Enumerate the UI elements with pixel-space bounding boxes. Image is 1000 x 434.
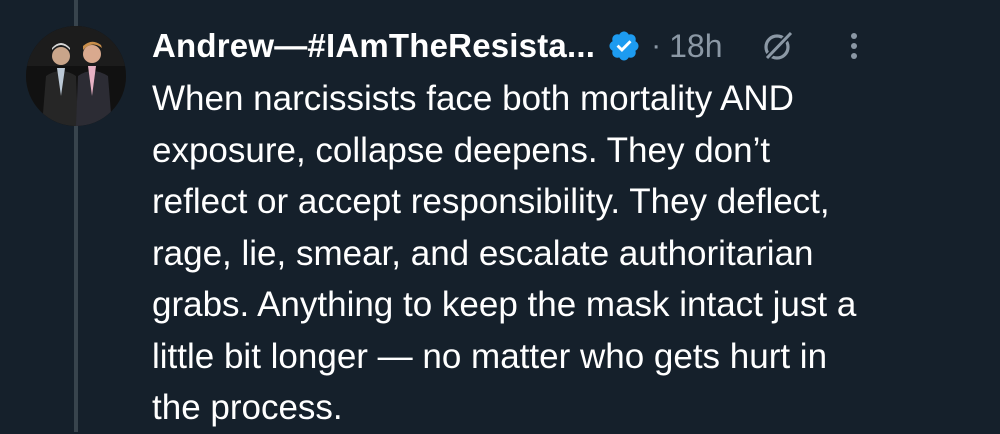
tweet-text-line: When narcissists face both mortality AND xyxy=(152,79,794,118)
tweet-text-line: the process. xyxy=(152,388,343,427)
author-display-name[interactable]: Andrew—#IAmTheResista... xyxy=(152,27,595,65)
tweet-text-line: little bit longer — no matter who gets h… xyxy=(152,336,828,376)
tweet-text-line: grabs. Anything to keep the mask intact … xyxy=(152,285,857,324)
tweet-body: When narcissists face both mortality AND… xyxy=(152,73,982,434)
grok-icon[interactable] xyxy=(760,28,796,64)
tweet-text-line: reflect or accept responsibility. They d… xyxy=(152,182,830,221)
avatar-photo xyxy=(26,26,126,126)
verified-badge-icon xyxy=(607,29,641,63)
tweet-text-line: exposure, collapse deepens. They don’t xyxy=(152,130,771,170)
tweet-header: Andrew—#IAmTheResista... · 18h xyxy=(152,18,982,74)
separator-dot: · xyxy=(651,29,662,62)
tweet-timestamp[interactable]: 18h xyxy=(669,28,722,65)
more-options-icon[interactable] xyxy=(848,28,860,64)
avatar[interactable] xyxy=(26,26,126,126)
tweet-text-line: rage, lie, smear, and escalate authorita… xyxy=(152,233,814,273)
